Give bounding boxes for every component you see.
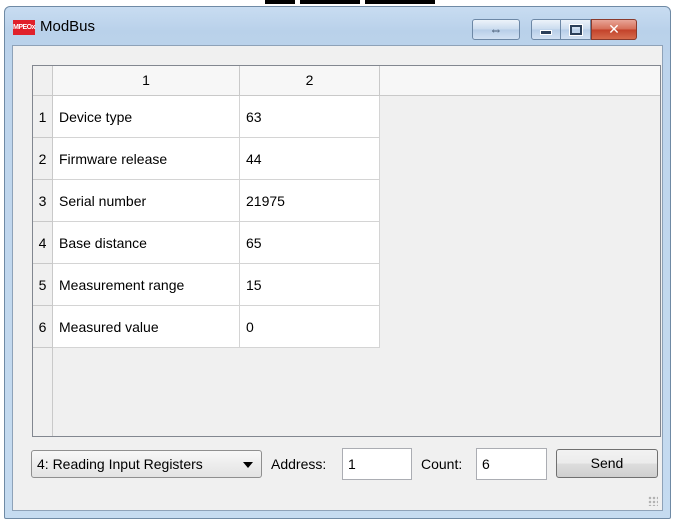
double-arrow-icon: ⇔ [489, 22, 503, 37]
minimize-icon [540, 30, 552, 35]
row-header[interactable]: 1 [33, 96, 53, 138]
maximize-button[interactable] [561, 19, 591, 40]
row-header[interactable]: 5 [33, 264, 53, 306]
table-cell-value[interactable]: 63 [240, 96, 380, 138]
count-label: Count: [421, 456, 463, 472]
send-button[interactable]: Send [556, 449, 658, 478]
resize-grip-icon[interactable] [648, 496, 658, 506]
function-select[interactable]: 4: Reading Input Registers [31, 450, 262, 478]
count-input[interactable]: 6 [476, 448, 547, 480]
modbus-window: MPEOx ModBus ⇔ ✕ 1 2 1 Device type 63 2 … [4, 6, 671, 519]
row-header[interactable]: 6 [33, 306, 53, 348]
table-cell-value[interactable]: 65 [240, 222, 380, 264]
dropdown-arrow-icon [243, 462, 253, 468]
table-cell-name[interactable]: Measured value [53, 306, 240, 348]
row-header[interactable]: 4 [33, 222, 53, 264]
table-cell-value[interactable]: 21975 [240, 180, 380, 222]
function-select-value: 4: Reading Input Registers [37, 456, 203, 472]
window-title: ModBus [40, 18, 96, 35]
table-cell-value[interactable]: 0 [240, 306, 380, 348]
resize-button[interactable]: ⇔ [472, 19, 520, 40]
table-cell-name[interactable]: Device type [53, 96, 240, 138]
table-cell-name[interactable]: Base distance [53, 222, 240, 264]
row-header[interactable]: 3 [33, 180, 53, 222]
column-header-2[interactable]: 2 [240, 66, 380, 96]
address-input[interactable]: 1 [342, 448, 412, 480]
table-cell-name[interactable]: Measurement range [53, 264, 240, 306]
client-area: 1 2 1 Device type 63 2 Firmware release … [12, 45, 663, 511]
minimize-button[interactable] [531, 19, 561, 40]
maximize-icon [569, 24, 582, 35]
table-corner[interactable] [33, 66, 53, 96]
address-label: Address: [271, 456, 327, 472]
row-header[interactable]: 2 [33, 138, 53, 180]
row-header-filler [33, 348, 53, 436]
close-icon: ✕ [608, 21, 620, 37]
table-cell-value[interactable]: 44 [240, 138, 380, 180]
column-header-filler [380, 66, 660, 96]
title-bar[interactable]: MPEOx ModBus ⇔ ✕ [5, 7, 670, 45]
app-logo-icon: MPEOx [13, 20, 36, 35]
table-cell-name[interactable]: Firmware release [53, 138, 240, 180]
table-cell-value[interactable]: 15 [240, 264, 380, 306]
table-cell-name[interactable]: Serial number [53, 180, 240, 222]
table-empty-area [53, 348, 660, 436]
register-table[interactable]: 1 2 1 Device type 63 2 Firmware release … [32, 65, 661, 437]
column-header-1[interactable]: 1 [53, 66, 240, 96]
close-button[interactable]: ✕ [591, 19, 637, 40]
